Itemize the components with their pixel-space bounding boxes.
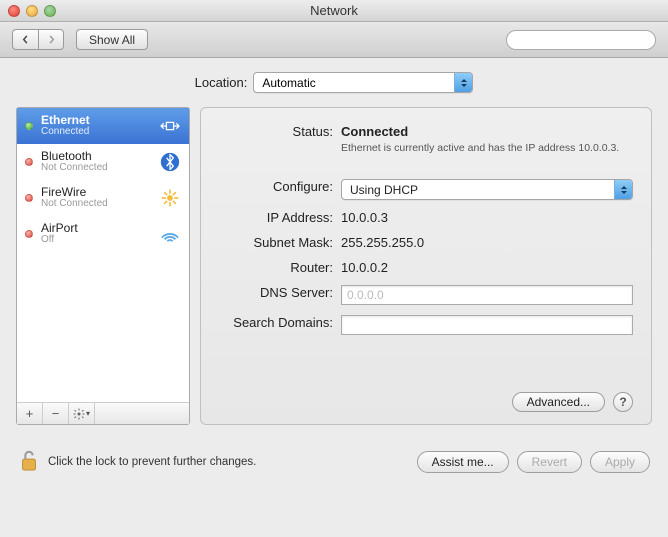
interface-name: Ethernet [41, 114, 151, 126]
interface-name: FireWire [41, 186, 151, 198]
bluetooth-icon [159, 151, 181, 173]
dns-input[interactable] [341, 285, 633, 305]
zoom-window-button[interactable] [44, 5, 56, 17]
configure-label: Configure: [219, 177, 341, 194]
chevron-right-icon [47, 35, 56, 44]
forward-button[interactable] [38, 29, 64, 50]
chevron-left-icon [21, 35, 30, 44]
toolbar: Show All [0, 22, 668, 58]
show-all-button[interactable]: Show All [76, 29, 148, 50]
interface-status: Off [41, 234, 151, 246]
router-value: 10.0.0.2 [341, 258, 633, 275]
sidebar-item-bluetooth[interactable]: Bluetooth Not Connected [17, 144, 189, 180]
interfaces-sidebar: Ethernet Connected Bluetooth Not Connect… [16, 107, 190, 425]
configure-select[interactable]: Using DHCP [341, 179, 633, 200]
search-field[interactable] [506, 30, 656, 50]
interface-actions-button[interactable]: ▾ [69, 403, 95, 424]
location-select[interactable]: Automatic [253, 72, 473, 93]
subnet-value: 255.255.255.0 [341, 233, 633, 250]
back-button[interactable] [12, 29, 38, 50]
search-input[interactable] [516, 34, 658, 46]
status-description: Ethernet is currently active and has the… [341, 142, 633, 155]
lock-text: Click the lock to prevent further change… [48, 456, 256, 468]
minimize-window-button[interactable] [26, 5, 38, 17]
sidebar-item-firewire[interactable]: FireWire Not Connected [17, 180, 189, 216]
configure-value: Using DHCP [350, 183, 418, 197]
search-domains-input[interactable] [341, 315, 633, 335]
firewire-icon [159, 187, 181, 209]
assist-button[interactable]: Assist me... [417, 451, 509, 473]
apply-button[interactable]: Apply [590, 451, 650, 473]
search-domains-label: Search Domains: [219, 313, 341, 330]
ethernet-icon [159, 115, 181, 137]
ip-value: 10.0.0.3 [341, 208, 633, 225]
status-dot-icon [25, 194, 33, 202]
airport-icon [159, 223, 181, 245]
interface-status: Not Connected [41, 162, 151, 174]
interface-name: AirPort [41, 222, 151, 234]
revert-button[interactable]: Revert [517, 451, 582, 473]
close-window-button[interactable] [8, 5, 20, 17]
status-dot-icon [25, 122, 33, 130]
sidebar-item-airport[interactable]: AirPort Off [17, 216, 189, 252]
titlebar: Network [0, 0, 668, 22]
remove-interface-button[interactable]: − [43, 403, 69, 424]
status-label: Status: [219, 122, 341, 139]
sidebar-item-ethernet[interactable]: Ethernet Connected [17, 108, 189, 144]
router-label: Router: [219, 258, 341, 275]
dropdown-arrows-icon [614, 180, 632, 199]
add-interface-button[interactable]: + [17, 403, 43, 424]
lock-icon[interactable] [18, 447, 40, 476]
status-value: Connected [341, 124, 633, 139]
interface-name: Bluetooth [41, 150, 151, 162]
help-button[interactable]: ? [613, 392, 633, 412]
advanced-button[interactable]: Advanced... [512, 392, 605, 412]
bottom-bar: Click the lock to prevent further change… [0, 435, 668, 486]
window-title: Network [0, 3, 668, 18]
location-value: Automatic [262, 76, 315, 90]
interface-status: Not Connected [41, 198, 151, 210]
status-dot-icon [25, 230, 33, 238]
subnet-label: Subnet Mask: [219, 233, 341, 250]
interface-status: Connected [41, 126, 151, 138]
location-label: Location: [195, 75, 248, 90]
status-dot-icon [25, 158, 33, 166]
ip-label: IP Address: [219, 208, 341, 225]
dropdown-arrows-icon [454, 73, 472, 92]
dns-label: DNS Server: [219, 283, 341, 300]
details-panel: Status: Connected Ethernet is currently … [200, 107, 652, 425]
gear-icon [73, 408, 85, 420]
